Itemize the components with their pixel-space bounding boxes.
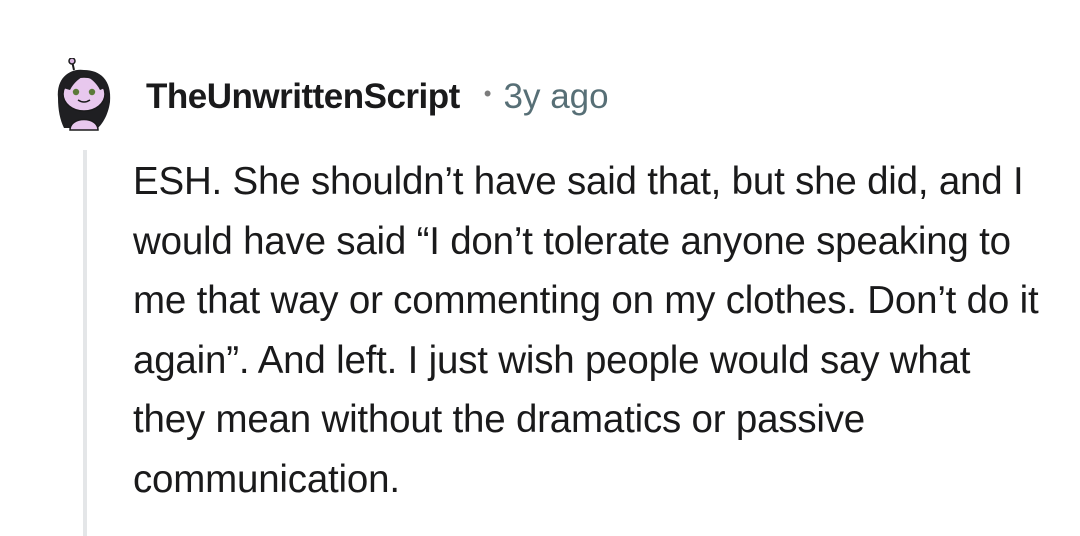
meta-separator: •	[483, 81, 492, 106]
snoo-avatar-icon	[57, 57, 111, 131]
comment-age: 3y ago	[503, 77, 609, 116]
user-avatar-icon[interactable]	[50, 57, 118, 132]
comment-header: TheUnwrittenScript • 3y ago	[146, 74, 609, 120]
comment-body: ESH. She shouldn’t have said that, but s…	[133, 160, 1039, 501]
author-username[interactable]: TheUnwrittenScript	[146, 77, 460, 117]
thread-line[interactable]	[83, 150, 87, 536]
comment: TheUnwrittenScript • 3y ago ESH. She sho…	[0, 0, 1080, 536]
